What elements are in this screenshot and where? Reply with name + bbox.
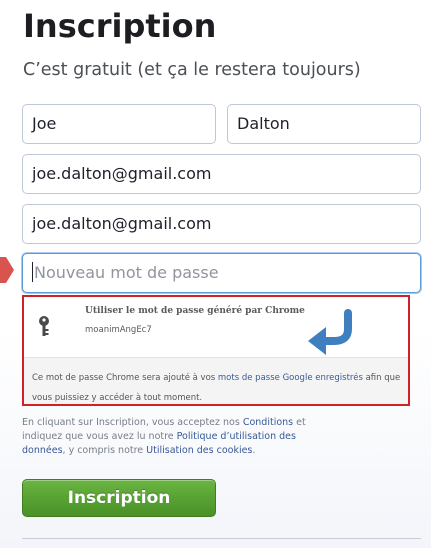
first-name-field[interactable]: Joe bbox=[22, 104, 216, 144]
conditions-link[interactable]: Conditions bbox=[243, 417, 293, 428]
terms-text: En cliquant sur Inscription, vous accept… bbox=[22, 417, 306, 456]
key-icon bbox=[39, 316, 49, 336]
text-cursor bbox=[32, 262, 33, 282]
password-placeholder: Nouveau mot de passe bbox=[34, 263, 219, 282]
email-field[interactable]: joe.dalton@gmail.com bbox=[22, 154, 421, 194]
first-name-value: Joe bbox=[32, 114, 57, 133]
email-value: joe.dalton@gmail.com bbox=[32, 164, 212, 183]
email-confirm-field[interactable]: joe.dalton@gmail.com bbox=[22, 204, 421, 244]
suggestion-title: Utiliser le mot de passe généré par Chro… bbox=[85, 306, 305, 316]
saved-passwords-link[interactable]: mots de passe Google enregistrés bbox=[218, 373, 363, 383]
suggestion-option[interactable]: Utiliser le mot de passe généré par Chro… bbox=[24, 297, 408, 357]
page-title: Inscription bbox=[23, 7, 217, 45]
last-name-field[interactable]: Dalton bbox=[227, 104, 421, 144]
red-arrow-icon bbox=[0, 257, 14, 283]
suggestion-info: Ce mot de passe Chrome sera ajouté à vos… bbox=[24, 357, 408, 404]
last-name-value: Dalton bbox=[237, 114, 290, 133]
curved-arrow-icon bbox=[308, 309, 352, 355]
cookie-policy-link[interactable]: Utilisation des cookies bbox=[146, 445, 252, 456]
generated-password: moanimAngEc7 bbox=[85, 325, 152, 335]
password-field[interactable]: Nouveau mot de passe bbox=[22, 253, 421, 293]
divider bbox=[22, 538, 421, 539]
email-confirm-value: joe.dalton@gmail.com bbox=[32, 214, 212, 233]
signup-button[interactable]: Inscription bbox=[22, 479, 216, 517]
chrome-password-suggestion[interactable]: Utiliser le mot de passe généré par Chro… bbox=[22, 295, 410, 406]
suggestion-note: Ce mot de passe Chrome sera ajouté à vos… bbox=[32, 373, 401, 403]
page-subtitle: C’est gratuit (et ça le restera toujours… bbox=[23, 60, 361, 80]
